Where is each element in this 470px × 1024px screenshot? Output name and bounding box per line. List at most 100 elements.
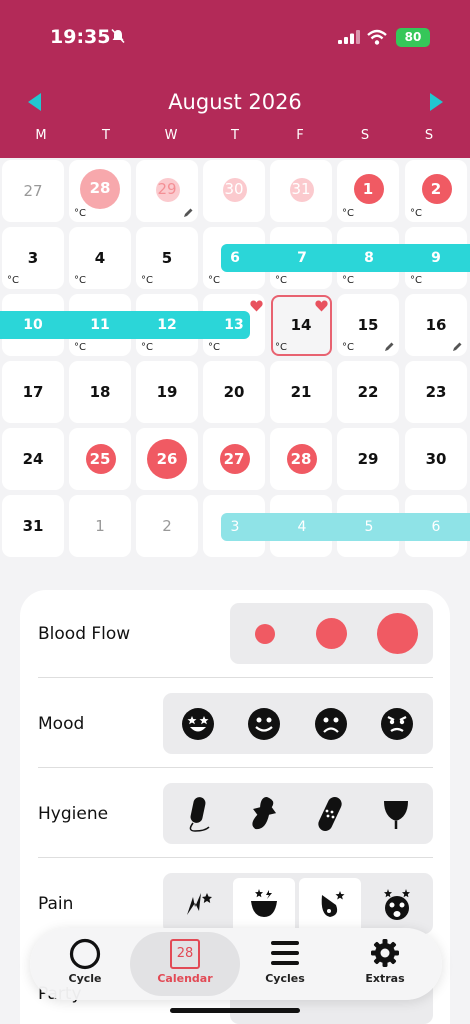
tampon-icon[interactable] bbox=[183, 795, 213, 833]
blood-flow-options bbox=[230, 603, 433, 664]
divider bbox=[38, 857, 433, 858]
calendar-day[interactable]: 1 bbox=[69, 495, 131, 557]
day-number: 6 bbox=[431, 519, 441, 535]
tab-calendar[interactable]: 28 Calendar bbox=[130, 932, 240, 996]
calendar-day[interactable]: 15 °C bbox=[337, 294, 399, 356]
calendar-day[interactable]: 1 °C bbox=[337, 160, 399, 222]
pad-icon[interactable] bbox=[249, 795, 279, 833]
day-number: 10 bbox=[23, 317, 43, 333]
calendar-day[interactable]: 17 bbox=[2, 361, 64, 423]
month-title: August 2026 bbox=[168, 90, 302, 114]
weekday-label: W bbox=[164, 128, 178, 143]
day-number: 27 bbox=[223, 450, 245, 468]
temperature-label: °C bbox=[74, 208, 86, 219]
tab-cycles[interactable]: Cycles bbox=[235, 928, 335, 1000]
calendar-day[interactable]: 31 bbox=[2, 495, 64, 557]
calendar-day[interactable]: 31 bbox=[270, 160, 332, 222]
calendar-day[interactable]: 27 bbox=[2, 160, 64, 222]
day-number: 11 bbox=[90, 317, 110, 333]
calendar-day[interactable]: 29 bbox=[136, 160, 198, 222]
temperature-label: °C bbox=[342, 208, 354, 219]
day-number: 1 bbox=[95, 517, 105, 535]
calendar-day[interactable]: 2 bbox=[136, 495, 198, 557]
weekday-label: F bbox=[296, 128, 304, 143]
calendar-day[interactable]: 2 °C bbox=[405, 160, 467, 222]
hygiene-label: Hygiene bbox=[38, 804, 109, 824]
day-number: 6 bbox=[230, 250, 240, 266]
blood-flow-label: Blood Flow bbox=[38, 624, 131, 644]
gear-icon bbox=[371, 939, 399, 967]
wifi-icon bbox=[367, 29, 387, 45]
calendar-day[interactable]: 23 bbox=[405, 361, 467, 423]
calendar-day[interactable]: 20 bbox=[203, 361, 265, 423]
calendar-day[interactable]: 27 bbox=[203, 428, 265, 490]
day-number: 8 bbox=[364, 250, 374, 266]
tab-extras[interactable]: Extras bbox=[335, 928, 435, 1000]
breast-pain-icon[interactable] bbox=[314, 887, 348, 921]
calendar-day[interactable]: 26 bbox=[136, 428, 198, 490]
next-month-arrow-icon[interactable] bbox=[430, 93, 443, 111]
calendar-day[interactable]: 5 °C bbox=[136, 227, 198, 289]
temperature-label: °C bbox=[208, 342, 220, 353]
day-number: 22 bbox=[357, 383, 379, 401]
angry-face-icon[interactable] bbox=[380, 707, 414, 741]
day-number: 18 bbox=[89, 383, 111, 401]
calendar-day[interactable]: 19 bbox=[136, 361, 198, 423]
headache-icon[interactable] bbox=[380, 887, 414, 921]
calendar-day[interactable]: 4 °C bbox=[69, 227, 131, 289]
star-eyes-face-icon[interactable] bbox=[181, 707, 215, 741]
day-number: 29 bbox=[357, 450, 379, 468]
menstrual-cup-icon[interactable] bbox=[381, 795, 411, 833]
hygiene-options bbox=[163, 783, 433, 844]
pencil-icon bbox=[385, 342, 394, 351]
calendar-day[interactable]: 21 bbox=[270, 361, 332, 423]
calendar-day[interactable]: 29 bbox=[337, 428, 399, 490]
calendar-day[interactable]: 24 bbox=[2, 428, 64, 490]
flow-medium-option[interactable] bbox=[316, 618, 347, 649]
day-number: 31 bbox=[22, 517, 44, 535]
calendar-day[interactable]: 22 bbox=[337, 361, 399, 423]
calendar-day[interactable]: 30 bbox=[405, 428, 467, 490]
pencil-icon bbox=[453, 342, 462, 351]
circle-icon bbox=[69, 938, 101, 970]
home-indicator bbox=[170, 1008, 300, 1013]
day-number: 23 bbox=[425, 383, 447, 401]
weekday-label: S bbox=[360, 128, 370, 143]
temperature-label: °C bbox=[410, 208, 422, 219]
pencil-icon bbox=[184, 208, 193, 217]
temperature-label: °C bbox=[74, 275, 86, 286]
calendar-day[interactable]: 3 °C bbox=[2, 227, 64, 289]
pain-label: Pain bbox=[38, 894, 74, 914]
tab-cycle[interactable]: Cycle bbox=[35, 928, 135, 1000]
cramp-icon[interactable] bbox=[183, 887, 215, 921]
calendar-day[interactable]: 16 bbox=[405, 294, 467, 356]
calendar-icon: 28 bbox=[170, 939, 200, 969]
calendar-day[interactable]: 18 bbox=[69, 361, 131, 423]
calendar-day[interactable]: 30 bbox=[203, 160, 265, 222]
tab-label: Cycles bbox=[265, 972, 305, 985]
calendar-day[interactable]: 28 °C bbox=[69, 160, 131, 222]
pain-options bbox=[163, 873, 433, 934]
calendar-header: 19:35 80 August 2026 M T W T F S S bbox=[0, 0, 470, 158]
tab-label: Extras bbox=[365, 972, 405, 985]
temperature-label: °C bbox=[342, 275, 354, 286]
day-number: 17 bbox=[22, 383, 44, 401]
day-number: 20 bbox=[223, 383, 245, 401]
smile-face-icon[interactable] bbox=[247, 707, 281, 741]
cellular-signal-icon bbox=[338, 30, 360, 44]
abdominal-pain-icon[interactable] bbox=[247, 887, 281, 921]
day-number: 2 bbox=[162, 517, 172, 535]
tab-label: Cycle bbox=[68, 972, 102, 985]
list-icon bbox=[271, 941, 299, 965]
calendar-day[interactable]: 25 bbox=[69, 428, 131, 490]
divider bbox=[38, 677, 433, 678]
calendar-day[interactable]: 28 bbox=[270, 428, 332, 490]
fertile-window-band: 10 11 12 13 bbox=[0, 311, 250, 339]
sad-face-icon[interactable] bbox=[314, 707, 348, 741]
flow-light-option[interactable] bbox=[255, 624, 275, 644]
temperature-label: °C bbox=[7, 275, 19, 286]
flow-heavy-option[interactable] bbox=[377, 613, 418, 654]
bandage-icon[interactable] bbox=[315, 795, 345, 833]
day-number: 21 bbox=[290, 383, 312, 401]
weekday-label: S bbox=[424, 128, 434, 143]
